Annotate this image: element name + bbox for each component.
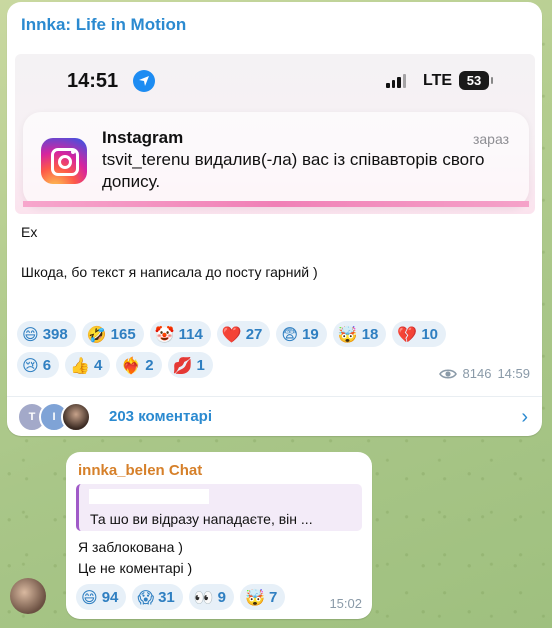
reaction-chip[interactable]: 🤣 165: [81, 321, 144, 347]
reply-reactions: 😄 94 😱 31 👀 9 🤯 7: [76, 584, 316, 610]
reply-message-bubble: innka_belen Chat Та шо ви відразу напада…: [66, 452, 372, 619]
channel-post-bubble: Innka: Life in Motion 14:51 LTE 53 Insta…: [7, 2, 542, 436]
reply-line-2: Це не коментарі ): [78, 560, 193, 576]
eye-icon: [438, 368, 457, 379]
reaction-chip[interactable]: 😄 94: [76, 584, 127, 610]
reaction-chip[interactable]: 🤯 7: [240, 584, 286, 610]
comments-count[interactable]: 203 коментарі: [109, 408, 212, 425]
quote-author-redacted: [89, 489, 209, 504]
notification-body: tsvit_terenu видалив(-ла) вас із співавт…: [102, 150, 485, 191]
reaction-chip[interactable]: 💔 10: [392, 321, 446, 347]
location-arrow-icon: [133, 70, 155, 92]
instagram-notification: Instagram зараз tsvit_terenu видалив(-ла…: [23, 112, 529, 207]
reaction-chip[interactable]: 👀 9: [188, 584, 235, 610]
reaction-chip[interactable]: ❤️ 27: [216, 321, 271, 347]
reaction-chip[interactable]: 👍 4: [65, 352, 111, 378]
quote-text: Та шо ви відразу нападаєте, він ...: [90, 511, 313, 527]
network-type: LTE: [423, 72, 453, 89]
reactions-row-1: 😄 398 🤣 165 🤡 114 ❤️ 27 😨 19 🤯 18 💔 10: [17, 321, 537, 347]
avatar[interactable]: [10, 578, 46, 614]
comments-bar[interactable]: T I 203 коментарі ›: [7, 396, 542, 437]
reply-line-1: Я заблокована ): [78, 539, 183, 555]
signal-icon: [386, 74, 406, 88]
view-count: 8146: [462, 366, 492, 381]
notification-app: Instagram: [102, 128, 184, 147]
avatar: [61, 402, 91, 432]
reaction-chip[interactable]: ❤️‍🔥 2: [116, 352, 162, 378]
commenter-avatars: T I: [17, 402, 91, 432]
channel-name[interactable]: Innka: Life in Motion: [21, 15, 186, 35]
instagram-icon: [41, 138, 87, 184]
reply-time: 15:02: [329, 596, 362, 611]
reaction-chip[interactable]: 😄 398: [17, 321, 76, 347]
post-meta: 8146 14:59: [438, 366, 530, 381]
reaction-chip[interactable]: 💋 1: [167, 352, 213, 378]
reply-text: Я заблокована ) Це не коментарі ): [78, 537, 192, 579]
post-line-2: Шкода, бо текст я написала до посту гарн…: [21, 264, 318, 280]
battery-icon: 53: [459, 71, 489, 90]
post-text: Ех Шкода, бо текст я написала до посту г…: [21, 222, 318, 282]
notification-glow: [23, 201, 529, 207]
status-time: 14:51: [67, 70, 119, 92]
reaction-chip[interactable]: 😨 19: [276, 321, 327, 347]
chevron-right-icon[interactable]: ›: [521, 406, 528, 429]
reaction-chip[interactable]: 😱 31: [132, 584, 183, 610]
reply-author[interactable]: innka_belen Chat: [78, 462, 202, 479]
reaction-chip[interactable]: 🤯 18: [332, 321, 387, 347]
reaction-chip[interactable]: 😢 6: [17, 352, 60, 378]
notification-time: зараз: [472, 131, 509, 147]
post-time: 14:59: [497, 366, 530, 381]
reaction-chip[interactable]: 🤡 114: [149, 321, 211, 347]
battery-tip: [491, 77, 493, 84]
post-line-1: Ех: [21, 224, 38, 240]
post-screenshot-image[interactable]: 14:51 LTE 53 Instagram зараз tsvit_teren…: [15, 54, 535, 214]
quoted-message[interactable]: Та шо ви відразу нападаєте, він ...: [76, 484, 362, 531]
